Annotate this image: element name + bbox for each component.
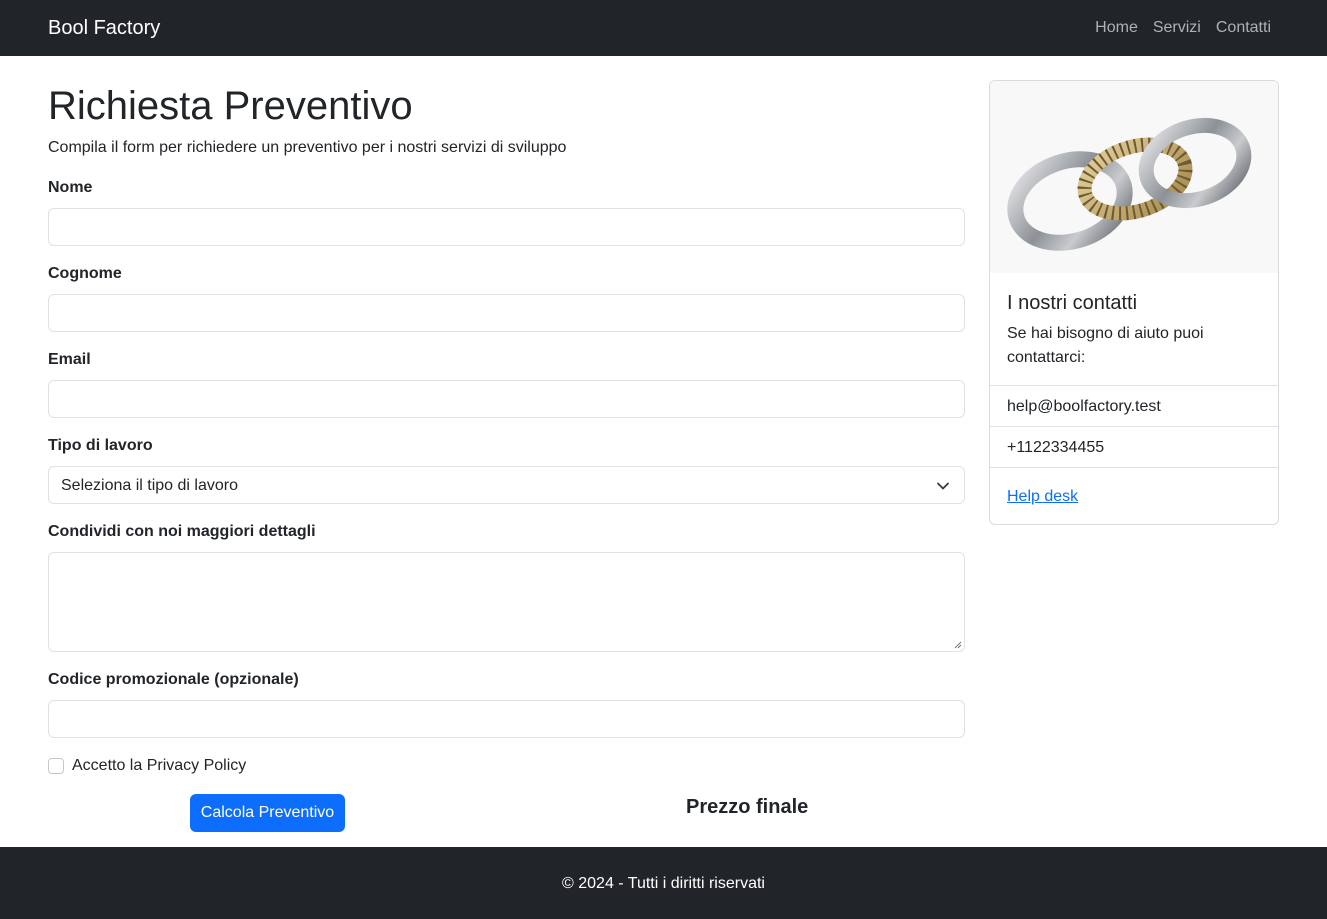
- bearing-image: [990, 81, 1278, 273]
- nav-links: Home Servizi Contatti: [1095, 18, 1271, 38]
- job-type-select[interactable]: Seleziona il tipo di lavoro: [48, 466, 965, 504]
- card-divider: [990, 385, 1278, 386]
- footer: © 2024 - Tutti i diritti riservati: [0, 847, 1327, 919]
- contact-phone: +1122334455: [1007, 439, 1105, 456]
- promo-code-input[interactable]: [48, 700, 965, 738]
- details-label: Condividi con noi maggiori dettagli: [48, 523, 316, 540]
- card-divider: [990, 467, 1278, 468]
- details-textarea[interactable]: [48, 552, 965, 652]
- name-input[interactable]: [48, 208, 965, 246]
- final-price-label: Prezzo finale: [686, 796, 809, 818]
- resize-grip-icon[interactable]: [952, 639, 962, 649]
- surname-input[interactable]: [48, 294, 965, 332]
- calculate-quote-button[interactable]: Calcola Preventivo: [190, 794, 345, 832]
- top-navbar: Bool Factory Home Servizi Contatti: [0, 0, 1327, 56]
- privacy-checkbox-label[interactable]: Accetto la Privacy Policy: [72, 756, 246, 776]
- page-title: Richiesta Preventivo: [48, 84, 413, 128]
- card-divider: [990, 426, 1278, 427]
- email-input[interactable]: [48, 380, 965, 418]
- card-text: Se hai bisogno di aiuto puoi contattarci…: [1007, 325, 1204, 366]
- help-desk-link[interactable]: Help desk: [1007, 487, 1078, 507]
- nav-link-contatti[interactable]: Contatti: [1216, 18, 1271, 38]
- card-title: I nostri contatti: [1007, 292, 1138, 314]
- nav-link-servizi[interactable]: Servizi: [1153, 18, 1201, 38]
- email-label: Email: [48, 351, 91, 368]
- name-label: Nome: [48, 179, 93, 196]
- surname-label: Cognome: [48, 265, 122, 282]
- contacts-card: I nostri contatti Se hai bisogno di aiut…: [989, 80, 1279, 525]
- promo-code-label: Codice promozionale (opzionale): [48, 671, 299, 688]
- brand-logo[interactable]: Bool Factory: [48, 16, 160, 40]
- privacy-checkbox[interactable]: [48, 758, 64, 774]
- footer-copyright: © 2024 - Tutti i diritti riservati: [562, 875, 765, 892]
- job-type-selected-value: Seleziona il tipo di lavoro: [61, 477, 238, 494]
- job-type-label: Tipo di lavoro: [48, 437, 153, 454]
- chevron-down-icon: [937, 482, 949, 490]
- nav-link-home[interactable]: Home: [1095, 18, 1138, 38]
- page-subtitle: Compila il form per richiedere un preven…: [48, 139, 567, 156]
- contact-email: help@boolfactory.test: [1007, 398, 1161, 415]
